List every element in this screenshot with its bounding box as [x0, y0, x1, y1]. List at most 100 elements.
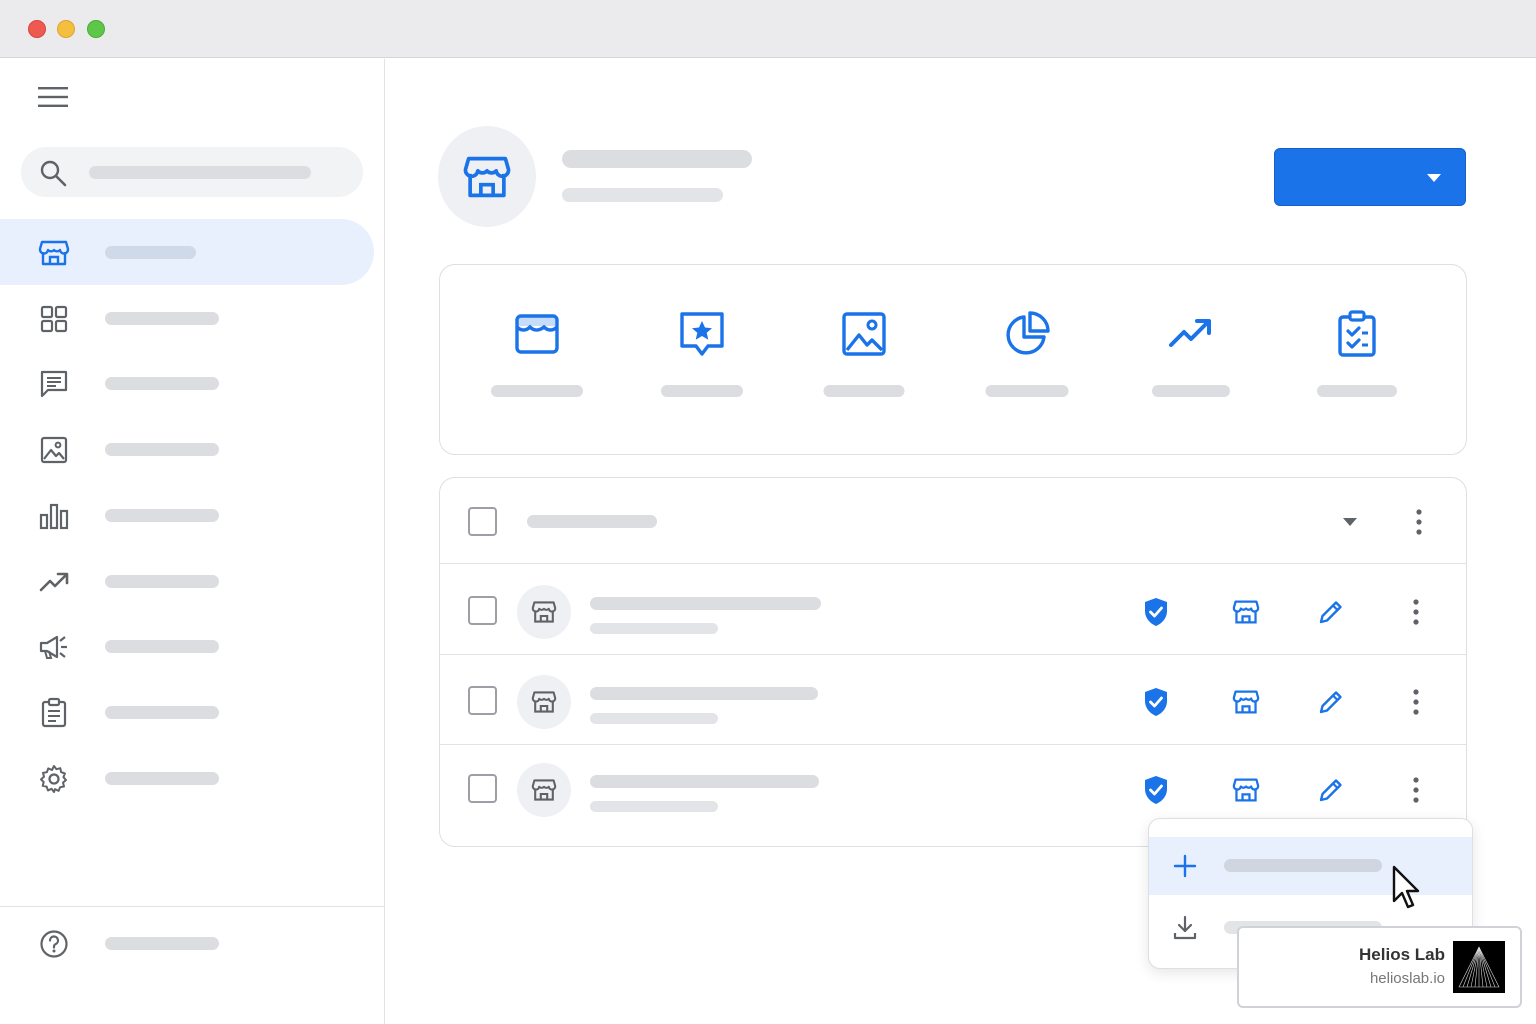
sidebar-item-label: [105, 575, 219, 588]
clipboard-check-icon: [1338, 310, 1376, 357]
verified-shield-icon: [1145, 598, 1167, 626]
quick-actions-card: [439, 264, 1467, 455]
sidebar-item-label: [105, 706, 219, 719]
view-store-button[interactable]: [1229, 595, 1263, 629]
sidebar-item-label: [105, 509, 219, 522]
verified-button[interactable]: [1139, 595, 1173, 629]
search-field[interactable]: [21, 147, 363, 197]
row-name-placeholder: [590, 775, 819, 788]
sort-dropdown-button[interactable]: [1334, 512, 1366, 532]
storefront-icon: [531, 601, 557, 623]
sidebar-item-label: [105, 246, 196, 259]
caret-down-icon: [1427, 174, 1441, 182]
feature-label: [823, 385, 905, 397]
help-icon: [40, 930, 68, 958]
feature-label: [491, 385, 583, 397]
feature-profile[interactable]: [477, 309, 597, 409]
feature-label: [985, 385, 1069, 397]
message-icon: [40, 370, 68, 398]
pencil-icon: [1319, 601, 1342, 624]
verified-shield-icon: [1145, 776, 1167, 804]
sidebar-item-label: [105, 443, 219, 456]
storefront-icon: [1232, 778, 1260, 802]
sidebar-item-performance[interactable]: [0, 548, 374, 614]
select-all-checkbox[interactable]: [468, 507, 497, 536]
sidebar-item-settings[interactable]: [0, 745, 374, 811]
feature-label: [661, 385, 743, 397]
table-row[interactable]: [440, 565, 1466, 655]
sidebar-item-messages[interactable]: [0, 350, 374, 416]
sidebar: [0, 59, 385, 1024]
pie-chart-icon: [1006, 311, 1050, 355]
sidebar-item-insights[interactable]: [0, 482, 374, 548]
table-row[interactable]: [440, 655, 1466, 745]
sidebar-divider: [0, 906, 384, 907]
clipboard-icon: [41, 697, 67, 728]
sidebar-item-label: [105, 640, 219, 653]
more-vertical-icon: [1413, 689, 1419, 715]
window-minimize-button[interactable]: [57, 20, 75, 38]
storefront-icon: [515, 314, 559, 354]
sidebar-item-tasks[interactable]: [0, 679, 374, 745]
row-checkbox[interactable]: [468, 774, 497, 803]
storefront-icon: [531, 691, 557, 713]
gear-icon: [40, 765, 67, 793]
hamburger-menu-button[interactable]: [33, 81, 73, 113]
brand-url: helioslab.io: [1369, 970, 1445, 987]
hamburger-icon: [38, 87, 68, 107]
row-avatar: [517, 763, 571, 817]
more-vertical-icon: [1416, 509, 1422, 535]
row-checkbox[interactable]: [468, 596, 497, 625]
window-close-button[interactable]: [28, 20, 46, 38]
business-avatar: [438, 126, 536, 227]
grid-icon: [40, 305, 68, 333]
more-vertical-icon: [1413, 777, 1419, 803]
row-more-button[interactable]: [1399, 773, 1433, 807]
row-more-button[interactable]: [1399, 685, 1433, 719]
window-titlebar: [0, 0, 1536, 58]
sidebar-item-promotions[interactable]: [0, 613, 374, 679]
storefront-icon: [1232, 690, 1260, 714]
storefront-icon: [38, 240, 70, 266]
edit-button[interactable]: [1314, 595, 1348, 629]
search-icon: [40, 160, 67, 187]
verified-button[interactable]: [1139, 773, 1173, 807]
view-store-button[interactable]: [1229, 685, 1263, 719]
sidebar-item-photos[interactable]: [0, 416, 374, 482]
plus-icon: [1173, 854, 1197, 878]
brand-badge: Helios Lab helioslab.io: [1237, 926, 1522, 1008]
sidebar-item-dashboard[interactable]: [0, 285, 374, 351]
header-more-button[interactable]: [1404, 502, 1434, 542]
row-name-placeholder: [590, 597, 821, 610]
row-checkbox[interactable]: [468, 686, 497, 715]
sidebar-item-label: [105, 377, 219, 390]
window-maximize-button[interactable]: [87, 20, 105, 38]
pencil-icon: [1319, 779, 1342, 802]
bar-chart-icon: [39, 503, 69, 530]
trending-up-icon: [39, 572, 69, 592]
sidebar-item-label: [105, 937, 219, 950]
page-subtitle-placeholder: [562, 188, 723, 202]
sidebar-item-storefront[interactable]: [0, 219, 374, 285]
feature-analytics[interactable]: [967, 309, 1087, 409]
edit-button[interactable]: [1314, 685, 1348, 719]
view-store-button[interactable]: [1229, 773, 1263, 807]
row-avatar: [517, 675, 571, 729]
storefront-icon: [531, 779, 557, 801]
mouse-cursor-icon: [1392, 865, 1420, 909]
search-placeholder: [89, 166, 311, 179]
feature-performance[interactable]: [1131, 309, 1251, 409]
caret-down-icon: [1343, 518, 1357, 526]
edit-button[interactable]: [1314, 773, 1348, 807]
brand-logo-icon: [1453, 941, 1505, 993]
feature-photos[interactable]: [804, 309, 924, 409]
primary-action-dropdown-button[interactable]: [1274, 148, 1466, 206]
page-title-placeholder: [562, 150, 752, 168]
image-icon: [842, 312, 886, 356]
feature-tasks[interactable]: [1297, 309, 1417, 409]
feature-label: [1317, 385, 1397, 397]
feature-reviews[interactable]: [642, 309, 762, 409]
verified-button[interactable]: [1139, 685, 1173, 719]
sidebar-item-help[interactable]: [0, 910, 374, 976]
row-more-button[interactable]: [1399, 595, 1433, 629]
